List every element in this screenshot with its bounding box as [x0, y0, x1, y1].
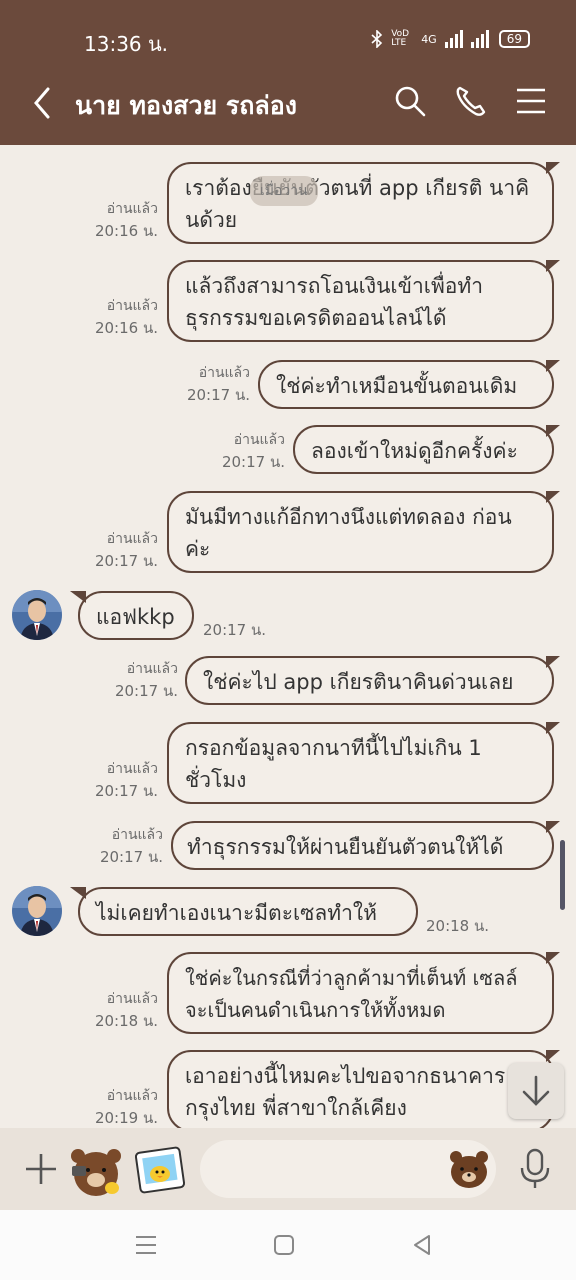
status-time: 13:36 น. [84, 32, 169, 56]
read-receipt: อ่านแล้ว [198, 365, 250, 381]
message-time: 20:17 น. [114, 682, 178, 700]
back-icon[interactable] [28, 85, 58, 121]
read-receipt: อ่านแล้ว [106, 991, 158, 1007]
message-time: 20:19 น. [94, 1109, 158, 1127]
message-meta: อ่านแล้ว 20:17 น. [90, 758, 158, 802]
mic-icon[interactable] [518, 1148, 552, 1190]
menu-icon[interactable] [514, 84, 548, 118]
scrollbar[interactable] [560, 840, 565, 910]
message-bubble[interactable]: ใช่ค่ะไป app เกียรตินาคินด่วนเลย [185, 656, 560, 705]
message-meta: อ่านแล้ว 20:17 น. [95, 824, 163, 868]
chat-header: 13:36 น. VoD LTE 4G 69 นาย ทองสวย รถล่อง [0, 0, 576, 145]
message-bubble[interactable]: กรอกข้อมูลจากนาทีนี้ไปไม่เกิน 1 ชั่วโมง [167, 722, 560, 804]
message-meta: อ่านแล้ว 20:17 น. [90, 528, 158, 572]
avatar-image [12, 886, 62, 936]
back-nav-icon[interactable] [409, 1232, 435, 1258]
message-bubble[interactable]: แอฟkkp [70, 591, 194, 640]
read-receipt: อ่านแล้ว [106, 201, 158, 217]
message-bubble[interactable]: ใช่ค่ะทำเหมือนขั้นตอนเดิม [258, 360, 560, 409]
network-label: VoD LTE [391, 29, 410, 48]
chat-title[interactable]: นาย ทองสวย รถล่อง [75, 86, 297, 126]
recent-apps-icon[interactable] [133, 1232, 159, 1258]
message-time: 20:17 น. [186, 386, 250, 404]
message-bubble[interactable]: ใช่ค่ะในกรณีที่ว่าลูกค้ามาที่เต็นท์ เซลล… [167, 952, 560, 1034]
message-meta: อ่านแล้ว 20:17 น. [215, 429, 285, 473]
signal-icon [444, 30, 489, 48]
message-time: 20:18 น. [94, 1012, 158, 1030]
message-time: 20:16 น. [94, 319, 158, 337]
message-time: 20:17 น. [94, 552, 158, 570]
avatar[interactable] [12, 590, 62, 640]
message-time: 20:17 น. [99, 848, 163, 866]
read-receipt: อ่านแล้ว [106, 1088, 158, 1104]
message-meta: อ่านแล้ว 20:16 น. [90, 295, 158, 339]
signal-label: 4G [421, 32, 437, 46]
scroll-to-bottom-button[interactable] [508, 1063, 564, 1119]
message-time: 20:17 น. [94, 782, 158, 800]
read-receipt: อ่านแล้ว [106, 298, 158, 314]
message-bubble[interactable]: ทำธุรกรรมให้ผ่านยืนยันตัวตนให้ได้ [171, 821, 560, 870]
composer-bar [0, 1128, 576, 1210]
message-bubble[interactable]: ไม่เคยทำเองเนาะมีตะเซลทำให้ [70, 887, 418, 936]
message-meta: อ่านแล้ว 20:17 น. [108, 658, 178, 702]
battery-icon: 69 [498, 30, 530, 48]
message-time: 20:17 น. [203, 621, 267, 639]
read-receipt: อ่านแล้ว [111, 827, 163, 843]
chat-area[interactable]: อ่านแล้ว 20:16 น. เราต้องยืนยันตัวตนที่ … [0, 145, 576, 1128]
message-bubble[interactable]: แล้วถึงสามารถโอนเงินเข้าเพื่อทำ ธุรกรรมข… [167, 260, 560, 342]
phone-icon[interactable] [454, 84, 488, 118]
message-meta: อ่านแล้ว 20:17 น. [180, 362, 250, 406]
message-time: 20:16 น. [94, 222, 158, 240]
bluetooth-icon [371, 30, 383, 48]
home-icon[interactable] [271, 1232, 297, 1258]
sticker-icon[interactable] [68, 1140, 124, 1198]
search-icon[interactable] [393, 84, 427, 118]
emoji-icon[interactable] [448, 1148, 490, 1190]
message-bubble[interactable]: มันมีทางแก้อีกทางนึงแต่ทดลอง ก่อนค่ะ [167, 491, 560, 573]
read-receipt: อ่านแล้ว [233, 432, 285, 448]
photo-icon[interactable] [134, 1144, 186, 1196]
date-chip: เมื่อวาน [250, 176, 318, 206]
arrow-down-icon [522, 1075, 550, 1106]
message-meta: อ่านแล้ว 20:19 น. [90, 1085, 158, 1128]
message-time: 20:17 น. [221, 453, 285, 471]
message-bubble[interactable]: เราต้องยืนยันตัวตนที่ app เกียรติ นาคินด… [167, 162, 560, 244]
read-receipt: อ่านแล้ว [106, 531, 158, 547]
message-meta: อ่านแล้ว 20:16 น. [90, 198, 158, 242]
system-nav-bar [0, 1210, 576, 1280]
message-bubble[interactable]: เอาอย่างนี้ไหมคะไปขอจากธนาคาร กรุงไทย พี… [167, 1050, 560, 1128]
read-receipt: อ่านแล้ว [126, 661, 178, 677]
message-bubble[interactable]: ลองเข้าใหม่ดูอีกครั้งค่ะ [293, 425, 560, 474]
read-receipt: อ่านแล้ว [106, 761, 158, 777]
message-time: 20:18 น. [426, 917, 490, 935]
avatar[interactable] [12, 886, 62, 936]
avatar-image [12, 590, 62, 640]
status-icons: VoD LTE 4G 69 [371, 30, 530, 48]
plus-icon[interactable] [24, 1152, 58, 1186]
message-meta: อ่านแล้ว 20:18 น. [90, 988, 158, 1032]
